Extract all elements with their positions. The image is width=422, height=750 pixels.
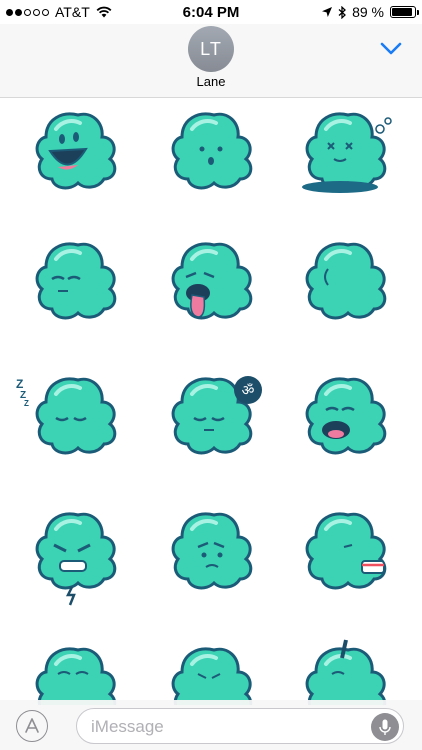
- svg-text:Z: Z: [16, 377, 23, 391]
- sticker-cake[interactable]: [298, 509, 390, 597]
- battery-level: [392, 8, 412, 16]
- app-store-icon[interactable]: [16, 710, 48, 742]
- microphone-icon[interactable]: [371, 713, 399, 741]
- sticker-squinting[interactable]: [28, 239, 120, 327]
- sticker-sleeping[interactable]: ZZZ: [16, 374, 120, 462]
- sticker-grid: ZZZ ॐ: [0, 99, 422, 705]
- sticker-angry-lightning[interactable]: [28, 509, 120, 606]
- sticker-dizzy-puddle[interactable]: [298, 109, 392, 197]
- sticker-tongue-out[interactable]: [164, 239, 256, 327]
- sticker-yawning[interactable]: [298, 374, 390, 462]
- contact-avatar[interactable]: LT: [188, 26, 234, 72]
- location-arrow-icon: [322, 7, 333, 17]
- message-input-bar: [0, 700, 422, 750]
- om-bubble-text: ॐ: [242, 383, 255, 399]
- sticker-sweating[interactable]: [164, 644, 256, 705]
- svg-text:Z: Z: [24, 399, 29, 408]
- sticker-laughing[interactable]: [28, 109, 120, 197]
- sticker-worried[interactable]: [28, 644, 120, 705]
- battery-percent: 89 %: [352, 4, 384, 20]
- message-field[interactable]: [76, 708, 404, 744]
- status-right: 89 %: [322, 4, 419, 20]
- sticker-surprised[interactable]: [164, 109, 256, 197]
- contact-name[interactable]: Lane: [0, 74, 422, 89]
- status-bar: AT&T 6:04 PM 89 %: [0, 0, 422, 24]
- sticker-meditating[interactable]: ॐ: [164, 374, 262, 462]
- battery-icon: [390, 6, 419, 18]
- chevron-down-icon[interactable]: [380, 42, 402, 56]
- bluetooth-icon: [338, 5, 347, 19]
- sticker-skeptical[interactable]: [164, 509, 256, 597]
- sticker-pencil[interactable]: [298, 639, 390, 705]
- message-input[interactable]: [91, 716, 351, 738]
- sticker-facing-away[interactable]: [298, 239, 390, 327]
- conversation-header: LT Lane: [0, 24, 422, 98]
